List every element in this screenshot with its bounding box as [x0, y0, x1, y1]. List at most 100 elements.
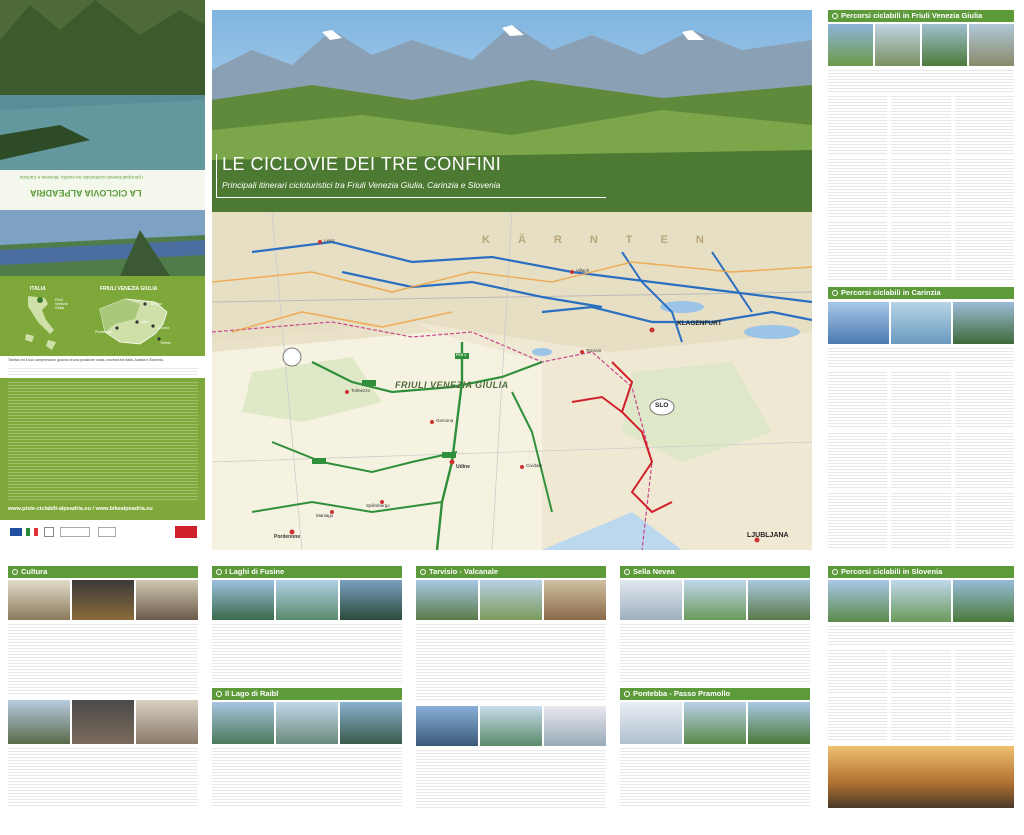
route-map[interactable]: FRIULI VENEZIA GIULIA KÄRNTEN KLAGENFURT… [212, 212, 812, 550]
tarvisio-photo-6 [544, 706, 606, 746]
cultura-photo-4 [8, 700, 70, 744]
fvg-route-5 [891, 159, 951, 218]
carinzia-route-9 [954, 493, 1014, 550]
panel-header-tarvisio: Tarvisio - Valcanale [416, 566, 606, 578]
cover-title-rule [216, 154, 606, 198]
cultura-photos-bottom [8, 700, 198, 744]
city-udine: Udine [140, 320, 150, 324]
carinzia-route-7 [828, 493, 888, 550]
map-route-badge: FVG 1 [456, 353, 467, 357]
map-label-klagenfurt: KLAGENFURT [677, 320, 722, 327]
slovenia-photo-3 [953, 580, 1015, 622]
slovenia-photo-1 [828, 580, 889, 622]
tarvisio-photo-4 [416, 706, 478, 746]
fvg-photo-4 [969, 24, 1014, 66]
header-bullet-icon [832, 569, 838, 575]
panel-header-fusine: I Laghi di Fusine [212, 566, 402, 578]
fvg-route-6 [954, 159, 1014, 218]
carinzia-photo-row [828, 302, 1015, 344]
tarvisio-photo-1 [416, 580, 478, 620]
pontebba-photo-2 [684, 702, 746, 744]
fvg-route-8 [891, 222, 951, 281]
map-place-spilimbergo: Spilimbergo [366, 503, 390, 508]
header-bullet-icon [216, 691, 222, 697]
tarvisio-photo-5 [480, 706, 542, 746]
sella-photo-3 [748, 580, 810, 620]
raibl-text [212, 748, 402, 808]
city-trieste: Trieste [160, 341, 171, 345]
slovenia-route-6 [954, 697, 1014, 740]
fvg-photo-3 [922, 24, 967, 66]
intro-text-content: Tarvisio ed il suo comprensorio godono d… [8, 358, 164, 362]
pontebba-photo-3 [748, 702, 810, 744]
fvg-route-9 [954, 222, 1014, 281]
tarvisio-photo-3 [544, 580, 606, 620]
map-place-tarvisio: Tarvisio [586, 348, 602, 353]
carinzia-route-2 [891, 372, 951, 429]
header-bullet-icon [12, 569, 18, 575]
fvg-info-text [828, 70, 1014, 92]
map-place-gemona: Gemona [436, 418, 454, 423]
sella-photo-2 [684, 580, 746, 620]
panel-title-pontebba: Pontebba - Passo Pramollo [633, 689, 731, 698]
fvg-photo-row [828, 24, 1014, 66]
cultura-photos-top [8, 580, 198, 620]
fvg-route-2 [891, 96, 951, 155]
sella-photo-1 [620, 580, 682, 620]
header-bullet-icon [624, 691, 630, 697]
carinzia-route-1 [828, 372, 888, 429]
map-label-fvg: FRIULI VENEZIA GIULIA [395, 380, 509, 390]
pontebba-photos [620, 702, 810, 744]
slovenia-photo-bottom [828, 746, 1014, 808]
panel-header-cultura: Cultura [8, 566, 198, 578]
map-label-karnten: KÄRNTEN [482, 234, 732, 246]
panel-header-fvg: Percorsi ciclabili in Friuli Venezia Giu… [828, 10, 1014, 22]
cultura-photo-1 [8, 580, 70, 620]
city-gorizia: Gorizia [158, 326, 170, 330]
italia-label: ITALIA [30, 286, 46, 292]
tarvisio-photos-bottom [416, 706, 606, 746]
map-place-cividale: Cividale [526, 463, 543, 468]
panel-title-raibl: Il Lago di Raibl [225, 689, 279, 698]
header-bullet-icon [832, 13, 838, 19]
pontebba-photo-1 [620, 702, 682, 744]
fvg-route-1 [828, 96, 888, 155]
region-logo [44, 527, 54, 537]
fvg-route-3 [954, 96, 1014, 155]
header-bullet-icon [216, 569, 222, 575]
panel-title-tarvisio: Tarvisio - Valcanale [429, 567, 499, 576]
carinzia-route-5 [891, 432, 951, 490]
header-bullet-icon [624, 569, 630, 575]
fvg-photo-2 [875, 24, 920, 66]
fvg-photo-1 [828, 24, 873, 66]
cultura-text-top [8, 624, 198, 694]
locator-panel: ITALIA Friuli Venezia Giulia FRIULI VENE… [0, 276, 205, 356]
slovenia-route-1 [828, 650, 888, 693]
slovenia-route-3 [954, 650, 1014, 693]
slovenia-route-5 [891, 697, 951, 740]
carinzia-photo-1 [828, 302, 889, 344]
tarvisio-photo-2 [480, 580, 542, 620]
cultura-photo-3 [136, 580, 198, 620]
slovenia-photo-row [828, 580, 1015, 622]
map-place-tolmezzo: Tolmezzo [351, 388, 371, 393]
website-link[interactable]: www.piste-ciclabili-alpeadria.eu / www.b… [8, 506, 153, 512]
city-tarvisio: Tarvisio [150, 302, 162, 306]
partner-logo [98, 527, 116, 537]
fusine-photo-1 [212, 580, 274, 620]
fvg-small-label: Friuli Venezia Giulia [55, 298, 68, 310]
slovenia-routes-grid [828, 650, 1014, 740]
cultura-photo-5 [72, 700, 134, 744]
lake-photo-top-left [0, 0, 205, 170]
raibl-photo-2 [276, 702, 338, 744]
carinzia-route-3 [954, 372, 1014, 429]
panel-header-slovenia: Percorsi ciclabili in Slovenia [828, 566, 1014, 578]
panel-header-pontebba: Pontebba - Passo Pramollo [620, 688, 810, 700]
rotated-subtitle: I principali itinerari cicloturistici tr… [20, 175, 144, 180]
sella-photos [620, 580, 810, 620]
header-bullet-icon [420, 569, 426, 575]
cultura-photo-2 [72, 580, 134, 620]
carinzia-route-4 [828, 432, 888, 490]
carinzia-photo-2 [890, 302, 952, 344]
sella-text [620, 624, 810, 682]
